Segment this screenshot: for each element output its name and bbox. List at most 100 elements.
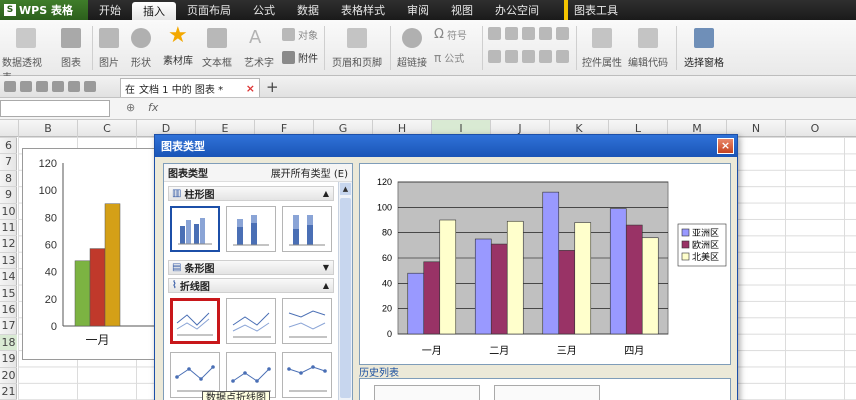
column-header[interactable]: B <box>18 120 77 137</box>
stacked-column-thumb[interactable] <box>226 206 276 252</box>
new-doc-icon[interactable] <box>4 81 16 92</box>
bar <box>423 261 441 335</box>
scrollbar-thumb[interactable] <box>340 198 351 398</box>
picture-button[interactable]: 图片 <box>94 28 124 69</box>
header-footer-button[interactable]: 页眉和页脚 <box>328 28 386 69</box>
row-header[interactable]: 14 <box>0 268 17 284</box>
y-tick-label: 0 <box>51 321 57 333</box>
tab-chart-tools[interactable]: 图表工具 <box>564 0 629 20</box>
percent-line-markers-thumb[interactable] <box>282 352 332 398</box>
edit-code-button[interactable]: 编辑代码 <box>626 28 670 69</box>
percent-line-thumb[interactable] <box>282 298 332 344</box>
tab-view[interactable]: 视图 <box>440 0 484 20</box>
selection-pane-icon <box>694 28 714 48</box>
legend-label: 亚洲区 <box>692 228 719 239</box>
name-box[interactable] <box>0 100 110 117</box>
row-header[interactable]: 18 <box>0 333 17 351</box>
undo-icon[interactable] <box>68 81 80 92</box>
chart-type-dialog: 图表类型 × 图表类型 展开所有类型 (E) ▥ 柱形图 ▲ ▤ 条形图 ▼ ⌇… <box>154 134 738 400</box>
row-header[interactable]: 15 <box>0 284 17 301</box>
column-header[interactable]: O <box>785 120 844 137</box>
bar <box>474 238 492 335</box>
material-library-button[interactable]: ★ 素材库 <box>158 25 198 68</box>
tab-review[interactable]: 审阅 <box>396 0 440 20</box>
history-item[interactable] <box>494 385 600 400</box>
row-header[interactable]: 9 <box>0 186 17 202</box>
x-tick-label: 二月 <box>489 345 509 357</box>
stacked-line-thumb[interactable] <box>226 298 276 344</box>
history-item[interactable] <box>374 385 480 400</box>
tab-office-space[interactable]: 办公空间 <box>484 0 550 20</box>
expand-all-link[interactable]: 展开所有类型 (E) <box>271 165 348 180</box>
row-header[interactable]: 20 <box>0 366 17 383</box>
object-button[interactable]: 对象 <box>282 27 318 42</box>
button-control-icon <box>522 27 535 40</box>
y-tick-label: 100 <box>39 185 57 197</box>
ribbon-separator <box>92 26 93 70</box>
row-header[interactable]: 16 <box>0 301 17 317</box>
chart-type-tooltip: 数据点折线图 <box>202 391 270 400</box>
row-header[interactable]: 17 <box>0 317 17 333</box>
header-footer-icon <box>347 28 367 48</box>
form-controls-row[interactable] <box>488 27 569 40</box>
row-header[interactable]: 6 <box>0 137 17 153</box>
sheet-chart[interactable]: 0 20 40 60 80 100 120 一月 <box>22 148 162 360</box>
selection-pane-button[interactable]: 选择窗格 <box>680 28 728 69</box>
scroll-control-icon <box>522 50 535 63</box>
y-tick-label: 60 <box>382 253 392 263</box>
control-properties-button[interactable]: 控件属性 <box>580 28 624 69</box>
tab-insert[interactable]: 插入 <box>132 2 176 20</box>
row-header[interactable]: 7 <box>0 153 17 169</box>
wps-logo-icon: S <box>4 4 16 16</box>
document-tab[interactable]: 在 文档 1 中的 图表 * × <box>120 78 260 97</box>
chart-button[interactable]: 图表 <box>54 28 88 69</box>
history-list <box>359 378 731 400</box>
close-icon[interactable]: × <box>717 138 734 154</box>
tab-data[interactable]: 数据 <box>286 0 330 20</box>
text-box-button[interactable]: 文本框 <box>198 28 236 69</box>
row-header[interactable]: 19 <box>0 350 17 366</box>
form-controls-row-2[interactable] <box>488 50 569 63</box>
ribbon-separator <box>676 26 677 70</box>
shapes-button[interactable]: 形状 <box>124 28 158 69</box>
line-chart-thumb[interactable] <box>170 298 220 344</box>
category-bar[interactable]: ▤ 条形图 ▼ <box>168 260 334 275</box>
print-icon[interactable] <box>52 81 64 92</box>
column-header[interactable]: C <box>77 120 136 137</box>
attachment-button[interactable]: 附件 <box>282 50 318 65</box>
doc-tab-prefix: 在 <box>125 84 135 96</box>
open-icon[interactable] <box>20 81 32 92</box>
equation-button[interactable]: π 公式 <box>434 50 464 66</box>
edit-code-icon <box>638 28 658 48</box>
bar <box>439 219 457 335</box>
category-line[interactable]: ⌇ 折线图 ▲ <box>168 278 334 293</box>
new-tab-button[interactable]: + <box>266 78 279 96</box>
tab-page-layout[interactable]: 页面布局 <box>176 0 242 20</box>
tab-table-style[interactable]: 表格样式 <box>330 0 396 20</box>
fx-icon[interactable]: fx <box>148 101 158 114</box>
bar <box>625 224 643 335</box>
tab-home[interactable]: 开始 <box>88 0 132 20</box>
row-header[interactable]: 21 <box>0 383 17 399</box>
redo-icon[interactable] <box>84 81 96 92</box>
scroll-up-icon[interactable]: ▲ <box>340 183 351 195</box>
row-header[interactable]: 13 <box>0 251 17 268</box>
row-header[interactable]: 12 <box>0 235 17 251</box>
save-icon[interactable] <box>36 81 48 92</box>
close-icon[interactable]: × <box>246 82 255 95</box>
zoom-icon[interactable]: ⊕ <box>126 101 135 114</box>
row-header[interactable]: 8 <box>0 169 17 186</box>
row-header[interactable]: 10 <box>0 202 17 219</box>
word-art-button[interactable]: A 艺术字 <box>240 28 278 70</box>
list-control-icon <box>539 27 552 40</box>
clustered-column-thumb[interactable] <box>170 206 220 252</box>
hyperlink-button[interactable]: 超链接 <box>394 28 430 69</box>
chart-type-list-scrollbar[interactable]: ▲ <box>338 182 352 400</box>
percent-column-thumb[interactable] <box>282 206 332 252</box>
app-menu-button[interactable]: S WPS 表格 <box>0 0 88 20</box>
row-header[interactable]: 11 <box>0 219 17 235</box>
app-title: WPS 表格 <box>19 4 73 17</box>
symbol-button[interactable]: Ω 符号 <box>434 27 467 42</box>
tab-formulas[interactable]: 公式 <box>242 0 286 20</box>
category-column[interactable]: ▥ 柱形图 ▲ <box>168 186 334 201</box>
